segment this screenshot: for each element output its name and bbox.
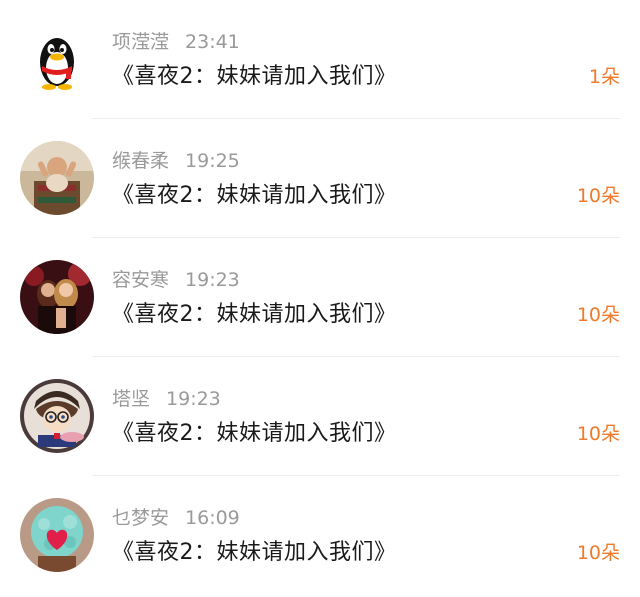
message-time: 19:25 [185, 150, 240, 172]
list-item[interactable]: 乜梦安 16:09 《喜夜2：妹妹请加入我们》 10朵 [0, 476, 640, 595]
list-item[interactable]: 塔坚 19:23 《喜夜2：妹妹请加入我们》 10朵 [0, 357, 640, 476]
party-photo-avatar-icon[interactable] [20, 260, 94, 334]
sender-name[interactable]: 容安寒 [112, 269, 169, 291]
message-title[interactable]: 《喜夜2：妹妹请加入我们》 [112, 417, 397, 451]
flower-count: 10朵 [576, 542, 620, 564]
qq-penguin-avatar-icon[interactable] [20, 22, 94, 96]
flower-count: 1朵 [588, 66, 620, 88]
sender-name[interactable]: 塔坚 [112, 388, 150, 410]
sender-name[interactable]: 项滢滢 [112, 31, 169, 53]
message-title[interactable]: 《喜夜2：妹妹请加入我们》 [112, 536, 397, 570]
anime-detective-avatar-icon[interactable] [20, 379, 94, 453]
sender-name[interactable]: 乜梦安 [112, 507, 169, 529]
sender-meta: 塔坚 19:23 [112, 386, 221, 412]
message-time: 19:23 [185, 269, 240, 291]
sender-meta: 乜梦安 16:09 [112, 505, 240, 531]
message-time: 19:23 [166, 388, 221, 410]
heart-cupcake-avatar-icon[interactable] [20, 498, 94, 572]
sender-name[interactable]: 缑春柔 [112, 150, 169, 172]
message-title[interactable]: 《喜夜2：妹妹请加入我们》 [112, 60, 397, 94]
flower-count: 10朵 [576, 185, 620, 207]
list-item[interactable]: 缑春柔 19:25 《喜夜2：妹妹请加入我们》 10朵 [0, 119, 640, 238]
flower-count: 10朵 [576, 304, 620, 326]
list-item[interactable]: 容安寒 19:23 《喜夜2：妹妹请加入我们》 10朵 [0, 238, 640, 357]
flower-count: 10朵 [576, 423, 620, 445]
message-time: 23:41 [185, 31, 240, 53]
sender-meta: 容安寒 19:23 [112, 267, 240, 293]
baby-photo-avatar-icon[interactable] [20, 141, 94, 215]
message-title[interactable]: 《喜夜2：妹妹请加入我们》 [112, 298, 397, 332]
sender-meta: 缑春柔 19:25 [112, 148, 240, 174]
list-item[interactable]: 项滢滢 23:41 《喜夜2：妹妹请加入我们》 1朵 [0, 0, 640, 119]
sender-meta: 项滢滢 23:41 [112, 29, 240, 55]
message-time: 16:09 [185, 507, 240, 529]
gift-message-list: 项滢滢 23:41 《喜夜2：妹妹请加入我们》 1朵 缑春柔 19:25 《喜夜2：… [0, 0, 640, 597]
message-title[interactable]: 《喜夜2：妹妹请加入我们》 [112, 179, 397, 213]
